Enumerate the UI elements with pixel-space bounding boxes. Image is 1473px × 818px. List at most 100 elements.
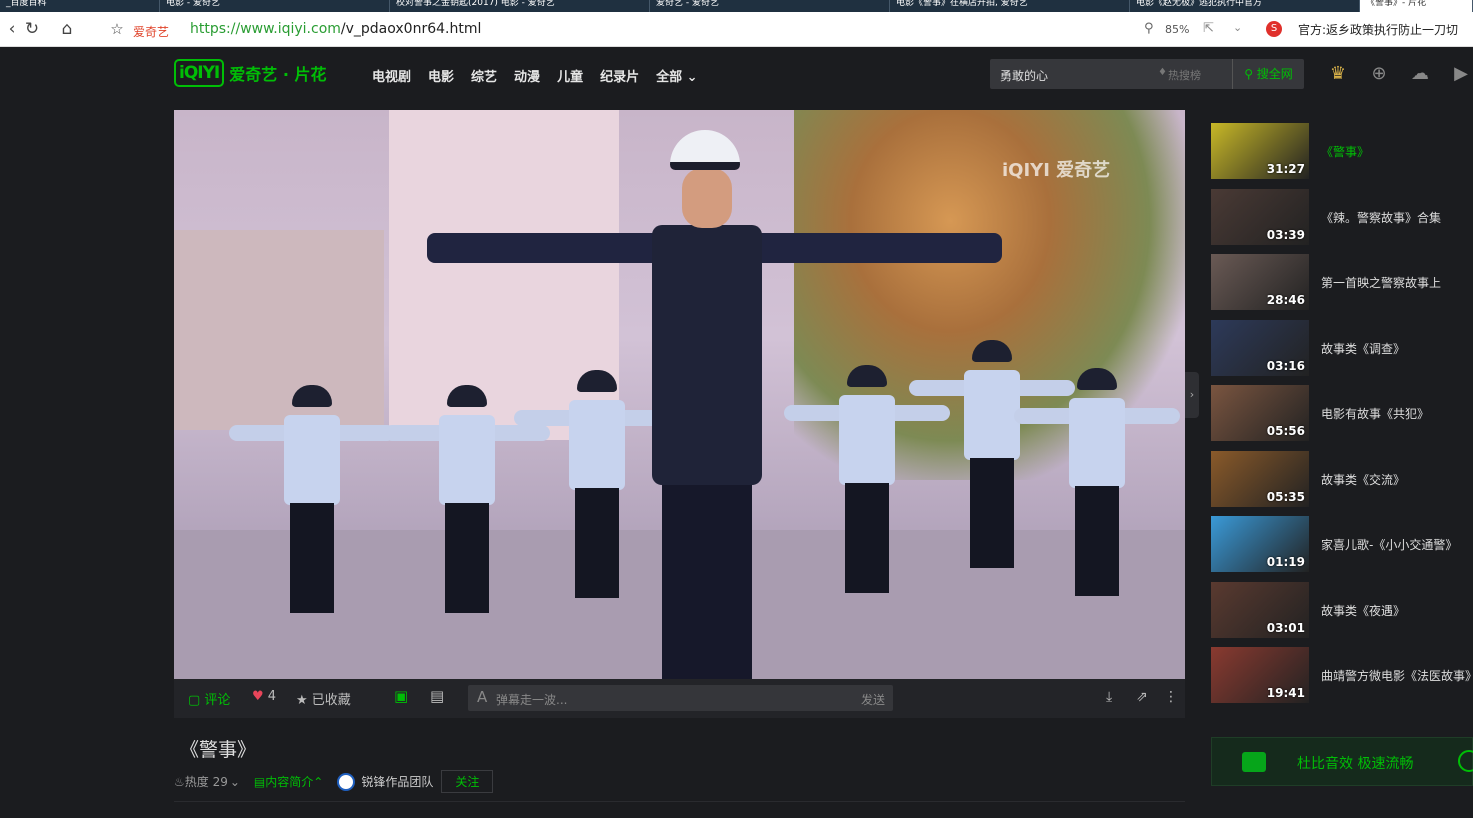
video-meta: ♨ 热度 29 ⌄ ▤ 内容简介 ⌃ 锐锋作品团队 关注 (174, 770, 494, 793)
comment-button[interactable]: ▢ 评论 (188, 689, 230, 708)
logo-suffix: 爱奇艺 · 片花 (229, 65, 327, 84)
browser-tab[interactable]: 电影《赵无极》逃犯执行中官方 (1130, 0, 1360, 12)
child-figure (784, 365, 950, 605)
follow-button[interactable]: 关注 (441, 770, 494, 793)
like-button[interactable]: ♥ 4 (252, 689, 276, 704)
search-button-label: 搜全网 (1256, 67, 1293, 81)
zoom-level[interactable]: 85% (1165, 23, 1189, 36)
playlist-thumbnail[interactable]: 01:19 (1211, 516, 1309, 572)
play-record-icon[interactable]: ▶ (1449, 64, 1473, 84)
playlist-title[interactable]: 故事类《交流》 (1321, 471, 1473, 488)
intro-toggle[interactable]: 内容简介 (265, 773, 313, 790)
upload-icon[interactable]: ☁ (1408, 64, 1432, 84)
download-icon[interactable]: ⤓ (1106, 689, 1112, 705)
playlist-thumbnail[interactable]: 03:39 (1211, 188, 1309, 245)
playlist-item[interactable]: 28:46 第一首映之警察故事上 (1211, 254, 1473, 310)
share-icon[interactable]: ⇗ (1136, 689, 1148, 705)
playlist-title[interactable]: 家喜儿歌-《小小交通警》 (1321, 536, 1473, 553)
playlist-title[interactable]: 故事类《夜遇》 (1321, 602, 1473, 619)
duration-label: 19:41 (1266, 686, 1305, 700)
playlist-title[interactable]: 《辣。警察故事》合集 (1321, 209, 1473, 226)
back-icon[interactable]: ‹ (2, 19, 22, 39)
hot-search-link[interactable]: 热搜榜 (1168, 67, 1201, 83)
danmaku-toggle-icon[interactable]: ▣ (394, 687, 408, 705)
playlist-title[interactable]: 《警事》 (1321, 143, 1473, 160)
nav-movie[interactable]: 电影 (428, 66, 454, 85)
child-figure (384, 385, 550, 625)
browser-tab[interactable]: 电影 - 爱奇艺 (160, 0, 390, 12)
news-ticker[interactable]: 官方:返乡政策执行防止一刀切 (1298, 21, 1473, 38)
chevron-down-icon[interactable]: ⌄ (1233, 21, 1242, 34)
playlist-item[interactable]: 01:19 家喜儿歌-《小小交通警》 (1211, 516, 1473, 572)
nav-kids[interactable]: 儿童 (557, 66, 583, 85)
share-icon[interactable]: ⇱ (1203, 21, 1214, 36)
send-button[interactable]: 发送 (861, 691, 885, 708)
news-icon[interactable]: S (1266, 21, 1282, 37)
playlist-item[interactable]: 03:39 《辣。警察故事》合集 (1211, 188, 1473, 245)
browser-tab[interactable]: 爱奇艺 - 爱奇艺 (650, 0, 890, 12)
vip-crown-icon[interactable]: ♛ (1326, 64, 1350, 84)
playlist-title[interactable]: 第一首映之警察故事上 (1321, 274, 1473, 291)
home-icon[interactable]: ⌂ (57, 19, 77, 39)
intro-icon: ▤ (253, 774, 266, 789)
star-icon: ★ (296, 693, 312, 708)
uploader-name[interactable]: 锐锋作品团队 (361, 773, 433, 790)
star-icon[interactable]: ☆ (107, 19, 127, 39)
duration-label: 05:35 (1266, 489, 1305, 504)
nav-documentary[interactable]: 纪录片 (600, 66, 639, 85)
header-icons: ♛ ⊕ ☁ ▶ (1326, 64, 1473, 84)
chevron-down-icon: ⌄ (229, 774, 240, 789)
iqiyi-watermark: iQIYI 爱奇艺 (1002, 160, 1111, 181)
nav-anime[interactable]: 动漫 (514, 66, 540, 85)
heat-value[interactable]: 热度 29 (185, 773, 228, 790)
collapse-sidebar-button[interactable]: › (1185, 372, 1199, 418)
danmaku-input[interactable]: A 弹幕走一波... 发送 (468, 685, 893, 711)
more-icon[interactable]: ⋮ (1164, 689, 1178, 705)
search-box: 勇敢的心 ♦ 热搜榜 ⚲ 搜全网 (990, 59, 1304, 89)
child-figure (229, 385, 395, 625)
comment-icon: ▢ (188, 693, 205, 708)
playlist-thumbnail[interactable]: 03:16 (1211, 319, 1309, 376)
reload-icon[interactable]: ↻ (22, 19, 42, 39)
comment-label: 评论 (204, 693, 231, 708)
browser-tab[interactable]: 校对警事之金钥匙(2017) 电影 - 爱奇艺 (390, 0, 650, 12)
playlist-thumbnail[interactable]: 05:56 (1211, 385, 1309, 441)
playlist-title[interactable]: 故事类《调查》 (1321, 340, 1473, 357)
gamepad-icon[interactable]: ⊕ (1367, 64, 1391, 84)
zoom-icon: ⚲ (1144, 21, 1154, 36)
playlist-item[interactable]: 31:27 《警事》 (1211, 123, 1473, 179)
collect-button[interactable]: ★ 已收藏 (296, 689, 351, 708)
playlist-thumbnail[interactable]: 31:27 (1211, 123, 1309, 179)
search-button[interactable]: ⚲ 搜全网 (1232, 59, 1304, 89)
browser-tab[interactable]: 电影《警事》在横店开拍, 爱奇艺 (890, 0, 1130, 12)
nav-variety[interactable]: 综艺 (471, 66, 497, 85)
playlist-thumbnail[interactable]: 05:35 (1211, 450, 1309, 507)
nav-tv[interactable]: 电视剧 (372, 66, 411, 85)
logo[interactable]: iQIYI 爱奇艺 · 片花 (174, 58, 326, 88)
url-field[interactable]: https://www.iqiyi.com/v_pdaox0nr64.html (190, 21, 481, 37)
duration-label: 31:27 (1266, 162, 1305, 176)
playlist-title[interactable]: 电影有故事《共犯》 (1321, 405, 1473, 422)
uploader-avatar[interactable] (337, 772, 356, 791)
browser-tab[interactable]: _百度百科 (0, 0, 160, 12)
dolby-promo-banner[interactable]: 杜比音效 极速流畅 (1211, 737, 1473, 786)
nav-all[interactable]: 全部 ⌄ (656, 66, 697, 85)
iqiyi-logo: iQIYI (174, 59, 225, 87)
playlist-thumbnail[interactable]: 19:41 (1211, 647, 1309, 703)
bookmark-label[interactable]: 爱奇艺 (133, 23, 169, 40)
browser-tab-active[interactable]: 《警事》- 片花 (1360, 0, 1473, 12)
playlist-item[interactable]: 05:56 电影有故事《共犯》 (1211, 385, 1473, 441)
plus-icon[interactable] (1458, 750, 1473, 772)
danmaku-settings-icon[interactable]: ▤ (430, 687, 444, 705)
playlist-item[interactable]: 03:16 故事类《调查》 (1211, 319, 1473, 376)
video-player[interactable]: iQIYI 爱奇艺 (174, 110, 1185, 679)
playlist-title[interactable]: 曲靖警方微电影《法医故事》 (1321, 667, 1473, 684)
playlist-item[interactable]: 19:41 曲靖警方微电影《法医故事》 (1211, 647, 1473, 703)
search-input[interactable]: 勇敢的心 (1000, 67, 1048, 84)
playlist-item[interactable]: 05:35 故事类《交流》 (1211, 450, 1473, 507)
playlist-item[interactable]: 03:01 故事类《夜遇》 (1211, 581, 1473, 638)
player-action-bar: ▢ 评论 ♥ 4 ★ 已收藏 ▣ ▤ A 弹幕走一波... 发送 ⤓ ⇗ ⋮ (174, 679, 1185, 718)
playlist-thumbnail[interactable]: 03:01 (1211, 581, 1309, 638)
playlist-thumbnail[interactable]: 28:46 (1211, 254, 1309, 310)
main-nav: 电视剧 电影 综艺 动漫 儿童 纪录片 全部 ⌄ (372, 66, 715, 85)
